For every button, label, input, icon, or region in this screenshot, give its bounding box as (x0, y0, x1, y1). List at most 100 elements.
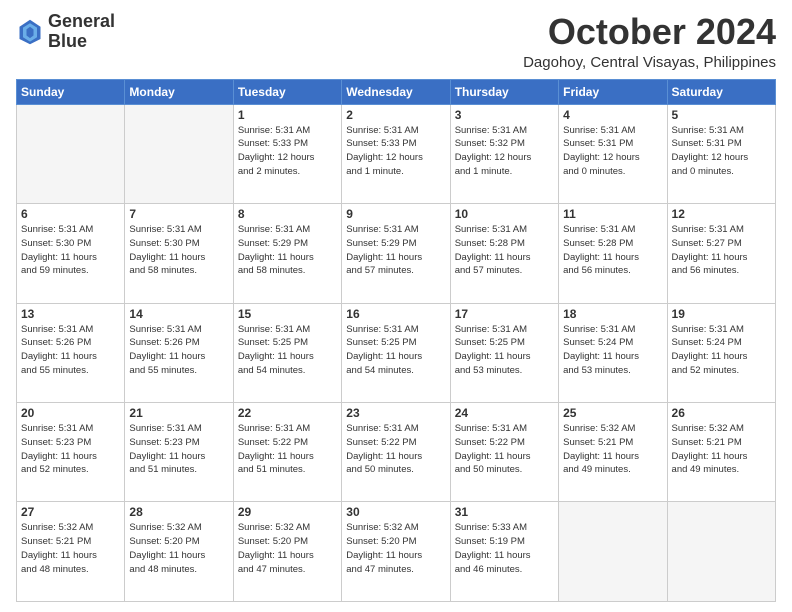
header: General Blue October 2024 Dagohoy, Centr… (16, 12, 776, 71)
day-number: 15 (238, 307, 337, 321)
location: Dagohoy, Central Visayas, Philippines (523, 54, 776, 71)
day-number: 22 (238, 406, 337, 420)
logo-icon (16, 18, 44, 46)
day-number: 26 (672, 406, 771, 420)
day-cell: 5 Sunrise: 5:31 AM Sunset: 5:31 PM Daylig… (667, 104, 775, 203)
day-cell: 23 Sunrise: 5:31 AM Sunset: 5:22 PM Dayli… (342, 403, 450, 502)
day-info: Sunrise: 5:31 AM Sunset: 5:25 PM Dayligh… (455, 323, 554, 378)
day-cell: 24 Sunrise: 5:31 AM Sunset: 5:22 PM Dayli… (450, 403, 558, 502)
week-row-4: 20 Sunrise: 5:31 AM Sunset: 5:23 PM Dayli… (17, 403, 776, 502)
week-row-5: 27Sunrise: 5:32 AM Sunset: 5:21 PM Dayli… (17, 502, 776, 602)
day-info: Sunrise: 5:31 AM Sunset: 5:24 PM Dayligh… (672, 323, 771, 378)
day-number: 21 (129, 406, 228, 420)
day-info: Sunrise: 5:32 AM Sunset: 5:20 PM Dayligh… (129, 521, 228, 576)
day-info: Sunrise: 5:31 AM Sunset: 5:25 PM Dayligh… (346, 323, 445, 378)
col-header-monday: Monday (125, 79, 233, 104)
day-number: 19 (672, 307, 771, 321)
day-info: Sunrise: 5:32 AM Sunset: 5:21 PM Dayligh… (563, 422, 662, 477)
col-header-tuesday: Tuesday (233, 79, 341, 104)
day-cell: 31 Sunrise: 5:33 AM Sunset: 5:19 PM Dayli… (450, 502, 558, 602)
day-number: 29 (238, 505, 337, 519)
day-cell (17, 104, 125, 203)
day-info: Sunrise: 5:31 AM Sunset: 5:22 PM Dayligh… (238, 422, 337, 477)
day-number: 8 (238, 207, 337, 221)
day-cell: 12Sunrise: 5:31 AM Sunset: 5:27 PM Dayli… (667, 204, 775, 303)
title-block: October 2024 Dagohoy, Central Visayas, P… (523, 12, 776, 71)
day-number: 6 (21, 207, 120, 221)
day-number: 20 (21, 406, 120, 420)
day-info: Sunrise: 5:32 AM Sunset: 5:20 PM Dayligh… (238, 521, 337, 576)
page: General Blue October 2024 Dagohoy, Centr… (0, 0, 792, 612)
day-number: 9 (346, 207, 445, 221)
day-info: Sunrise: 5:31 AM Sunset: 5:29 PM Dayligh… (238, 223, 337, 278)
day-number: 12 (672, 207, 771, 221)
day-cell: 18 Sunrise: 5:31 AM Sunset: 5:24 PM Dayli… (559, 303, 667, 402)
day-number: 24 (455, 406, 554, 420)
day-number: 4 (563, 108, 662, 122)
week-row-1: 1Sunrise: 5:31 AM Sunset: 5:33 PM Daylig… (17, 104, 776, 203)
day-cell: 8 Sunrise: 5:31 AM Sunset: 5:29 PM Daylig… (233, 204, 341, 303)
day-info: Sunrise: 5:31 AM Sunset: 5:28 PM Dayligh… (563, 223, 662, 278)
day-number: 5 (672, 108, 771, 122)
day-cell: 15 Sunrise: 5:31 AM Sunset: 5:25 PM Dayli… (233, 303, 341, 402)
day-number: 25 (563, 406, 662, 420)
week-row-2: 6 Sunrise: 5:31 AM Sunset: 5:30 PM Daylig… (17, 204, 776, 303)
day-info: Sunrise: 5:33 AM Sunset: 5:19 PM Dayligh… (455, 521, 554, 576)
day-number: 10 (455, 207, 554, 221)
calendar-table: SundayMondayTuesdayWednesdayThursdayFrid… (16, 79, 776, 602)
day-cell: 4 Sunrise: 5:31 AM Sunset: 5:31 PM Daylig… (559, 104, 667, 203)
day-cell: 30 Sunrise: 5:32 AM Sunset: 5:20 PM Dayli… (342, 502, 450, 602)
day-cell: 28 Sunrise: 5:32 AM Sunset: 5:20 PM Dayli… (125, 502, 233, 602)
day-info: Sunrise: 5:31 AM Sunset: 5:32 PM Dayligh… (455, 124, 554, 179)
day-info: Sunrise: 5:31 AM Sunset: 5:26 PM Dayligh… (21, 323, 120, 378)
day-number: 11 (563, 207, 662, 221)
logo: General Blue (16, 12, 115, 52)
day-info: Sunrise: 5:31 AM Sunset: 5:23 PM Dayligh… (129, 422, 228, 477)
day-number: 31 (455, 505, 554, 519)
day-info: Sunrise: 5:32 AM Sunset: 5:20 PM Dayligh… (346, 521, 445, 576)
day-info: Sunrise: 5:32 AM Sunset: 5:21 PM Dayligh… (21, 521, 120, 576)
day-cell (559, 502, 667, 602)
day-number: 14 (129, 307, 228, 321)
day-info: Sunrise: 5:31 AM Sunset: 5:26 PM Dayligh… (129, 323, 228, 378)
day-number: 17 (455, 307, 554, 321)
day-cell: 22 Sunrise: 5:31 AM Sunset: 5:22 PM Dayli… (233, 403, 341, 502)
day-number: 28 (129, 505, 228, 519)
day-cell: 25 Sunrise: 5:32 AM Sunset: 5:21 PM Dayli… (559, 403, 667, 502)
day-cell: 7Sunrise: 5:31 AM Sunset: 5:30 PM Daylig… (125, 204, 233, 303)
week-row-3: 13 Sunrise: 5:31 AM Sunset: 5:26 PM Dayli… (17, 303, 776, 402)
day-number: 16 (346, 307, 445, 321)
day-number: 23 (346, 406, 445, 420)
day-number: 30 (346, 505, 445, 519)
day-cell: 14 Sunrise: 5:31 AM Sunset: 5:26 PM Dayli… (125, 303, 233, 402)
day-cell: 29 Sunrise: 5:32 AM Sunset: 5:20 PM Dayli… (233, 502, 341, 602)
day-cell: 27Sunrise: 5:32 AM Sunset: 5:21 PM Dayli… (17, 502, 125, 602)
col-header-wednesday: Wednesday (342, 79, 450, 104)
day-info: Sunrise: 5:31 AM Sunset: 5:22 PM Dayligh… (346, 422, 445, 477)
day-info: Sunrise: 5:31 AM Sunset: 5:29 PM Dayligh… (346, 223, 445, 278)
day-info: Sunrise: 5:31 AM Sunset: 5:22 PM Dayligh… (455, 422, 554, 477)
day-info: Sunrise: 5:31 AM Sunset: 5:31 PM Dayligh… (563, 124, 662, 179)
day-number: 13 (21, 307, 120, 321)
day-info: Sunrise: 5:31 AM Sunset: 5:30 PM Dayligh… (21, 223, 120, 278)
day-cell (667, 502, 775, 602)
day-info: Sunrise: 5:31 AM Sunset: 5:24 PM Dayligh… (563, 323, 662, 378)
day-cell: 26 Sunrise: 5:32 AM Sunset: 5:21 PM Dayli… (667, 403, 775, 502)
day-info: Sunrise: 5:31 AM Sunset: 5:33 PM Dayligh… (346, 124, 445, 179)
month-title: October 2024 (523, 12, 776, 52)
day-info: Sunrise: 5:32 AM Sunset: 5:21 PM Dayligh… (672, 422, 771, 477)
col-header-saturday: Saturday (667, 79, 775, 104)
day-info: Sunrise: 5:31 AM Sunset: 5:31 PM Dayligh… (672, 124, 771, 179)
day-cell: 11 Sunrise: 5:31 AM Sunset: 5:28 PM Dayli… (559, 204, 667, 303)
day-number: 2 (346, 108, 445, 122)
day-info: Sunrise: 5:31 AM Sunset: 5:25 PM Dayligh… (238, 323, 337, 378)
day-cell: 20Sunrise: 5:31 AM Sunset: 5:23 PM Dayli… (17, 403, 125, 502)
day-number: 18 (563, 307, 662, 321)
day-cell: 19 Sunrise: 5:31 AM Sunset: 5:24 PM Dayli… (667, 303, 775, 402)
day-number: 7 (129, 207, 228, 221)
day-cell: 21 Sunrise: 5:31 AM Sunset: 5:23 PM Dayli… (125, 403, 233, 502)
day-cell: 10 Sunrise: 5:31 AM Sunset: 5:28 PM Dayli… (450, 204, 558, 303)
day-number: 3 (455, 108, 554, 122)
day-info: Sunrise: 5:31 AM Sunset: 5:28 PM Dayligh… (455, 223, 554, 278)
day-cell: 17 Sunrise: 5:31 AM Sunset: 5:25 PM Dayli… (450, 303, 558, 402)
